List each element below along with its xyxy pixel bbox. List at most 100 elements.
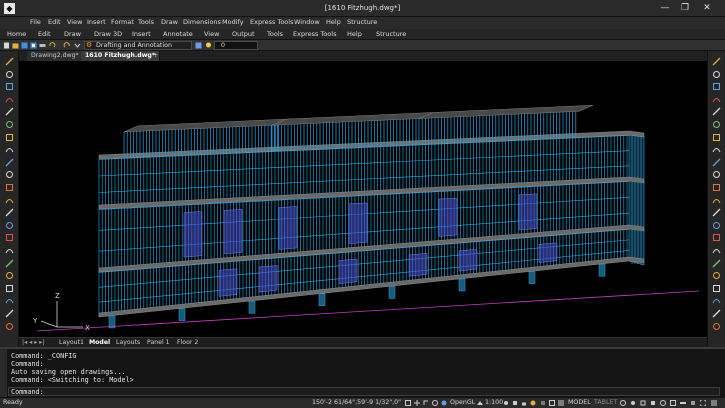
erase-icon[interactable] [712, 57, 721, 66]
rotate-icon[interactable] [712, 133, 721, 142]
tab-edit[interactable]: Edit [38, 30, 51, 38]
tab-insert[interactable]: Insert [132, 30, 151, 38]
isolate-objects-icon[interactable] [530, 400, 536, 406]
save-icon[interactable] [21, 42, 28, 49]
tab-panel-1[interactable]: Panel 1 [147, 339, 170, 346]
layer-dropdown[interactable]: 0 [214, 41, 258, 50]
polyline-icon[interactable] [5, 70, 14, 79]
boundary-icon[interactable] [5, 309, 14, 318]
edit-polyline-icon[interactable] [712, 259, 721, 268]
copy-icon[interactable] [712, 70, 721, 79]
tab-express-tools[interactable]: Express Tools [293, 30, 336, 38]
transparency-icon[interactable] [690, 400, 696, 406]
lengthen-icon[interactable] [712, 284, 721, 293]
menu-tools[interactable]: Tools [138, 18, 154, 26]
properties-icon[interactable] [712, 296, 721, 305]
table-icon[interactable] [5, 259, 14, 268]
close-icon[interactable]: ✕ [700, 2, 714, 14]
array-icon[interactable] [712, 107, 721, 116]
tab-drawing2[interactable]: Drawing2.dwg* [27, 51, 84, 61]
tab-output[interactable]: Output [232, 30, 255, 38]
grid-icon[interactable] [414, 400, 420, 406]
command-window-grip[interactable] [0, 349, 7, 397]
workspace-dropdown[interactable]: ⚙ Drafting and Annotation [84, 41, 192, 50]
region-icon[interactable] [5, 246, 14, 255]
menu-insert[interactable]: Insert [87, 18, 106, 26]
tab-help[interactable]: Help [347, 30, 362, 38]
tab-home[interactable]: Home [7, 30, 26, 38]
status-model-space[interactable]: MODEL [568, 399, 591, 406]
units-icon[interactable] [640, 400, 646, 406]
tab-annotate[interactable]: Annotate [163, 30, 193, 38]
scale-icon[interactable] [712, 145, 721, 154]
explode-icon[interactable] [712, 246, 721, 255]
tab-draw[interactable]: Draw [64, 30, 81, 38]
tab-view[interactable]: View [204, 30, 219, 38]
fullscreen-icon[interactable] [700, 400, 706, 406]
ellipse-arc-icon[interactable] [5, 170, 14, 179]
tab-tools[interactable]: Tools [267, 30, 283, 38]
join-icon[interactable] [712, 208, 721, 217]
point-icon[interactable] [5, 208, 14, 217]
hardware-acceleration-icon[interactable] [540, 400, 546, 406]
spline-icon[interactable] [5, 145, 14, 154]
selection-cycling-icon[interactable] [660, 400, 666, 406]
align-icon[interactable] [712, 271, 721, 280]
polygon-icon[interactable] [5, 82, 14, 91]
stretch-icon[interactable] [712, 158, 721, 167]
text-icon[interactable] [5, 284, 14, 293]
save-as-icon[interactable] [30, 42, 37, 49]
layout-nav-icon[interactable]: |◂ ◂ ▸ ▸| [22, 339, 45, 346]
quick-properties-icon[interactable] [650, 400, 656, 406]
menu-dimensions[interactable]: Dimensions [183, 18, 221, 26]
menu-format[interactable]: Format [111, 18, 134, 26]
fillet-icon[interactable] [712, 233, 721, 242]
lightbulb-icon[interactable] [205, 42, 212, 49]
donut-icon[interactable] [5, 322, 14, 331]
clean-screen-icon[interactable] [549, 400, 555, 406]
make-block-icon[interactable] [5, 196, 14, 205]
line-icon[interactable] [5, 57, 14, 66]
menu-window[interactable]: Window [294, 18, 320, 26]
chevron-down-icon[interactable] [74, 42, 81, 49]
annotation-visibility-icon[interactable] [503, 400, 509, 406]
open-file-icon[interactable] [12, 42, 19, 49]
gradient-icon[interactable] [5, 233, 14, 242]
layer-icon[interactable] [712, 322, 721, 331]
workspace-switch-icon[interactable] [512, 400, 518, 406]
menu-draw[interactable]: Draw [161, 18, 178, 26]
polar-icon[interactable] [432, 400, 438, 406]
lineweight-icon[interactable] [680, 400, 686, 406]
revcloud-icon[interactable] [5, 133, 14, 142]
snap-icon[interactable] [405, 400, 411, 406]
hatch-icon[interactable] [5, 221, 14, 230]
arc-icon[interactable] [5, 107, 14, 116]
menu-help[interactable]: Help [326, 18, 341, 26]
command-input[interactable]: Command: [8, 387, 720, 396]
menu-icon[interactable] [711, 400, 717, 406]
wipeout-icon[interactable] [5, 296, 14, 305]
menu-view[interactable]: View [67, 18, 82, 26]
redo-icon[interactable] [63, 42, 70, 49]
tab-layout1[interactable]: Layout1 [59, 339, 84, 346]
mirror-icon[interactable] [712, 82, 721, 91]
layer-properties-icon[interactable] [195, 42, 202, 49]
menu-modify[interactable]: Modify [222, 18, 244, 26]
plot-icon[interactable] [39, 42, 46, 49]
ortho-icon[interactable] [423, 400, 429, 406]
insert-block-icon[interactable] [5, 183, 14, 192]
tab-structure[interactable]: Structure [376, 30, 406, 38]
rectangle-icon[interactable] [5, 95, 14, 104]
status-scale[interactable]: 1:100 [485, 399, 503, 406]
lock-icon[interactable] [521, 400, 527, 406]
dynamic-input-icon[interactable] [670, 400, 676, 406]
new-tab-button[interactable]: + [149, 51, 162, 61]
trim-icon[interactable] [712, 170, 721, 179]
tab-draw-3d[interactable]: Draw 3D [94, 30, 122, 38]
drawing-viewport[interactable]: Z X Y [19, 61, 707, 337]
customize-icon[interactable] [558, 400, 564, 406]
minimize-icon[interactable]: — [658, 2, 672, 14]
maximize-icon[interactable]: ❐ [678, 2, 692, 14]
menu-structure[interactable]: Structure [347, 18, 377, 26]
new-file-icon[interactable] [3, 42, 10, 49]
